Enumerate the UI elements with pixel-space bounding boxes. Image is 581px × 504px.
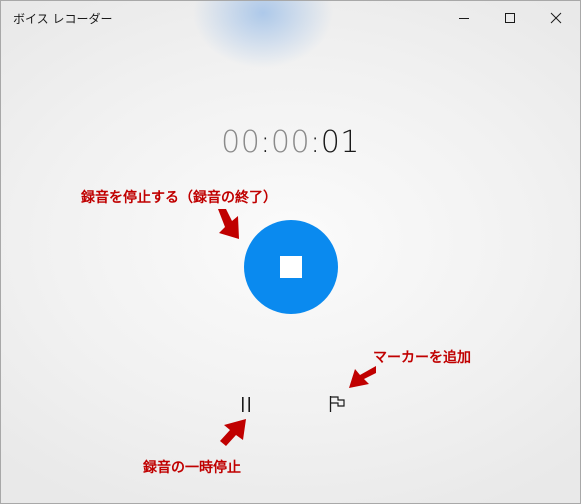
timer-seconds: 01 (320, 125, 360, 160)
annotation-pause: 録音の一時停止 (143, 460, 241, 476)
voice-recorder-window: ボイス レコーダー 00:00:01 録音を停止する（録音の終了） マーカーを追… (0, 0, 581, 504)
add-marker-button[interactable] (323, 389, 351, 419)
pause-icon (242, 397, 250, 412)
annotation-stop: 録音を停止する（録音の終了） (81, 190, 277, 206)
minimize-button[interactable] (441, 1, 487, 34)
pause-button[interactable] (233, 389, 259, 419)
arrow-annotation-stop (218, 209, 239, 239)
recording-timer: 00:00:01 (1, 125, 580, 160)
stop-icon (280, 256, 302, 278)
minimize-icon (459, 17, 469, 19)
arrow-annotation-pause (220, 419, 246, 446)
title-bar[interactable]: ボイス レコーダー (1, 1, 580, 34)
close-icon (550, 12, 562, 23)
timer-hours: 00 (221, 125, 261, 160)
annotation-marker: マーカーを追加 (373, 350, 471, 366)
maximize-icon (505, 12, 515, 23)
timer-separator: : (310, 125, 321, 160)
flag-icon (329, 396, 345, 412)
window-title: ボイス レコーダー (13, 12, 113, 26)
timer-separator: : (260, 125, 271, 160)
maximize-button[interactable] (487, 1, 533, 34)
close-button[interactable] (533, 1, 579, 34)
arrow-annotation-marker (349, 366, 376, 388)
timer-minutes: 00 (270, 125, 311, 160)
stop-recording-button[interactable] (244, 220, 338, 314)
